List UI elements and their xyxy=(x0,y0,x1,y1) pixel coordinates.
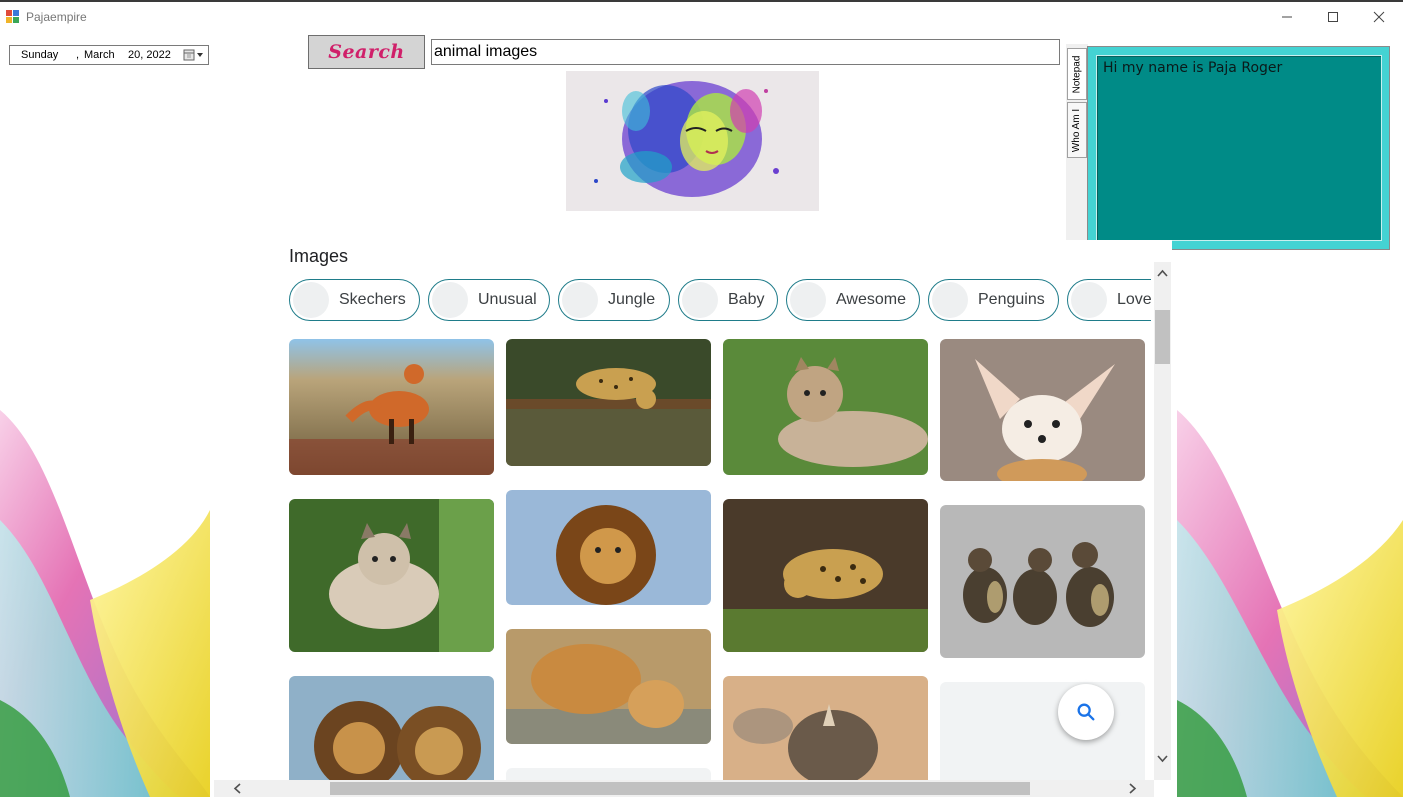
wallpaper-right xyxy=(1177,400,1403,797)
scroll-left-icon xyxy=(233,783,241,794)
related-search-chips: Skechers Unusual Jungle Baby Awesome Pen… xyxy=(289,279,1151,321)
chip-thumbnail xyxy=(293,282,329,318)
maximize-button[interactable] xyxy=(1310,4,1356,30)
search-button[interactable]: Search xyxy=(308,35,425,69)
image-result-lion[interactable] xyxy=(506,490,711,605)
chip-label: Skechers xyxy=(339,291,406,308)
image-result-lions[interactable] xyxy=(289,676,494,797)
image-result-ducklings[interactable] xyxy=(940,505,1145,658)
chip-thumbnail xyxy=(1071,282,1107,318)
chip-skechers[interactable]: Skechers xyxy=(289,279,420,321)
chip-label: Jungle xyxy=(608,291,656,308)
image-results-view: Images Skechers Unusual Jungle Baby Awes… xyxy=(210,240,1172,797)
chip-thumbnail xyxy=(790,282,826,318)
date-separator: , xyxy=(76,49,80,61)
date-month[interactable]: March xyxy=(84,49,115,61)
chip-awesome[interactable]: Awesome xyxy=(786,279,920,321)
search-fab-button[interactable] xyxy=(1058,684,1114,740)
notepad-textarea[interactable]: Hi my name is Paja Roger xyxy=(1096,55,1382,241)
search-icon xyxy=(1077,703,1095,721)
app-window: Pajaempire Sunday , March 20, 2022 Searc xyxy=(0,0,1403,797)
maximize-icon xyxy=(1328,12,1338,22)
image-result-leopard[interactable] xyxy=(723,499,928,652)
search-input[interactable] xyxy=(431,39,1060,65)
chip-penguins[interactable]: Penguins xyxy=(928,279,1059,321)
scroll-left-button[interactable] xyxy=(228,780,245,797)
date-day[interactable]: Sunday xyxy=(21,49,58,61)
search-button-label: Search xyxy=(328,41,405,63)
chip-label: Awesome xyxy=(836,291,906,308)
chip-label: Penguins xyxy=(978,291,1045,308)
vertical-scrollbar[interactable] xyxy=(1154,262,1171,780)
image-result-jaguar[interactable] xyxy=(506,339,711,466)
side-tab-strip: Notepad Who Am I xyxy=(1066,44,1088,249)
app-icon[interactable] xyxy=(6,10,20,24)
horizontal-scroll-thumb[interactable] xyxy=(330,782,1030,795)
artwork-image xyxy=(566,71,819,211)
chip-thumbnail xyxy=(432,282,468,318)
image-result-lynx-kitten[interactable] xyxy=(289,499,494,652)
scroll-right-icon xyxy=(1128,783,1136,794)
vertical-scroll-thumb[interactable] xyxy=(1155,310,1170,364)
tab-notepad[interactable]: Notepad xyxy=(1067,48,1087,100)
chip-thumbnail xyxy=(562,282,598,318)
chip-label: Baby xyxy=(728,291,765,308)
chip-thumbnail xyxy=(682,282,718,318)
minimize-icon xyxy=(1282,16,1292,18)
tab-who-am-i[interactable]: Who Am I xyxy=(1067,102,1087,158)
title-bar: Pajaempire xyxy=(0,0,1403,34)
scroll-right-button[interactable] xyxy=(1124,780,1141,797)
scroll-up-button[interactable] xyxy=(1154,264,1171,281)
scroll-down-button[interactable] xyxy=(1154,750,1171,767)
horizontal-scrollbar[interactable] xyxy=(214,780,1154,797)
window-title: Pajaempire xyxy=(26,10,87,24)
image-result-lioness-and-cub[interactable] xyxy=(506,629,711,744)
scroll-down-icon xyxy=(1157,754,1168,762)
calendar-dropdown-icon xyxy=(183,49,203,61)
close-button[interactable] xyxy=(1356,4,1402,30)
close-icon xyxy=(1373,11,1385,23)
calendar-dropdown-button[interactable] xyxy=(182,48,206,62)
wallpaper-left xyxy=(0,400,210,797)
image-result-fox[interactable] xyxy=(289,339,494,475)
image-result-rhino[interactable] xyxy=(723,676,928,797)
image-result-cougar[interactable] xyxy=(723,339,928,475)
chip-unusual[interactable]: Unusual xyxy=(428,279,550,321)
chip-baby[interactable]: Baby xyxy=(678,279,778,321)
tab-who-am-i-label: Who Am I xyxy=(1071,108,1083,152)
images-heading: Images xyxy=(289,246,349,266)
chip-thumbnail xyxy=(932,282,968,318)
date-day-year[interactable]: 20, 2022 xyxy=(128,49,171,61)
notepad-panel: Hi my name is Paja Roger xyxy=(1087,46,1390,250)
chip-jungle[interactable]: Jungle xyxy=(558,279,670,321)
chip-label: Love xyxy=(1117,291,1151,308)
chip-love[interactable]: Love xyxy=(1067,279,1151,321)
chip-label: Unusual xyxy=(478,291,537,308)
tab-notepad-label: Notepad xyxy=(1071,55,1083,93)
scroll-up-icon xyxy=(1157,269,1168,277)
minimize-button[interactable] xyxy=(1264,4,1310,30)
image-result-fennec-fox[interactable] xyxy=(940,339,1145,481)
date-picker[interactable]: Sunday , March 20, 2022 xyxy=(9,45,209,65)
top-border xyxy=(0,0,1403,2)
